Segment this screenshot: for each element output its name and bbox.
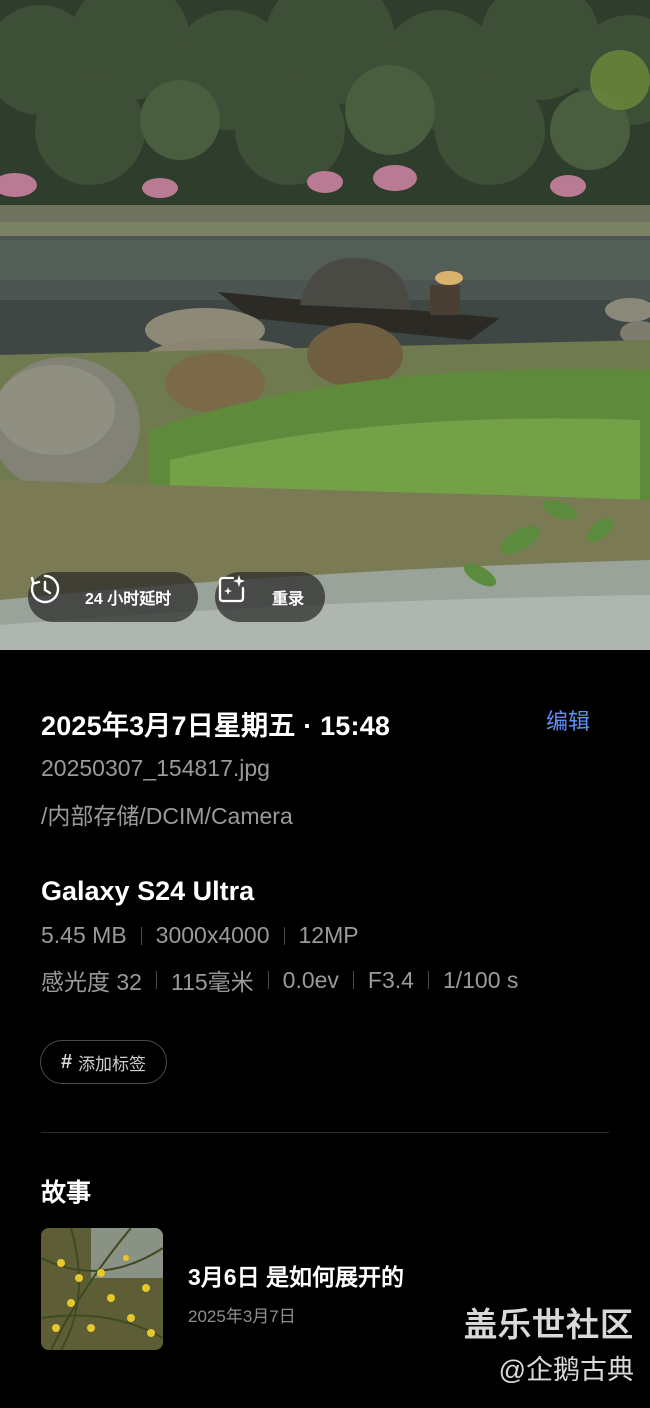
spec-divider — [155, 971, 157, 989]
file-specs-row: 5.45 MB 3000x4000 12MP — [41, 922, 359, 949]
iso: 感光度 32 — [41, 969, 142, 995]
watermark-community: 盖乐世社区 — [464, 1306, 634, 1343]
section-divider — [41, 1132, 609, 1133]
watermark-author: @企鹅古典 — [498, 1355, 634, 1385]
clock-timelapse-icon — [30, 574, 76, 614]
story-heading: 故事 — [41, 1179, 92, 1207]
capture-date-time: 2025年3月7日星期五 · 15:48 — [41, 711, 391, 741]
flowers-thumbnail-image — [41, 1228, 163, 1350]
timelapse-button[interactable]: 24 小时延时 — [28, 572, 198, 622]
aperture: F3.4 — [367, 966, 414, 993]
spec-divider — [283, 926, 285, 945]
shutter-speed: 1/100 s — [442, 966, 519, 993]
file-size: 5.45 MB — [41, 922, 127, 948]
story-title[interactable]: 3月6日 是如何展开的 — [188, 1258, 404, 1292]
timelapse-label: 24 小时延时 — [85, 591, 172, 608]
story-date: 2025年3月7日 — [188, 1307, 296, 1326]
exif-specs-row: 感光度 32 115毫米 0.0ev F3.4 1/100 s — [41, 963, 518, 997]
spec-divider — [267, 971, 269, 989]
spec-divider — [427, 971, 429, 989]
edit-details-button[interactable]: 编辑 — [546, 704, 590, 736]
add-tag-label: 添加标签 — [78, 1054, 147, 1074]
remaster-button[interactable]: 重录 — [215, 572, 325, 622]
photo-preview[interactable]: 24 小时延时 重录 — [0, 0, 650, 650]
story-thumbnail[interactable] — [41, 1228, 163, 1350]
focal-length: 115毫米 — [170, 969, 254, 995]
sparkle-image-icon — [218, 575, 263, 614]
landscape-photo-image — [0, 0, 650, 650]
file-path: /内部存储/DCIM/Camera — [41, 803, 293, 829]
date-row: 2025年3月7日星期五 · 15:48 编辑 — [41, 704, 611, 743]
file-name: 20250307_154817.jpg — [41, 755, 270, 781]
spec-divider — [140, 926, 142, 945]
exposure-value: 0.0ev — [282, 966, 339, 993]
hashtag-icon: # — [60, 1050, 73, 1073]
resolution: 3000x4000 — [155, 922, 270, 948]
spec-divider — [352, 971, 354, 989]
megapixels: 12MP — [298, 922, 359, 948]
remaster-label: 重录 — [272, 591, 305, 608]
device-name: Galaxy S24 Ultra — [41, 876, 255, 906]
add-tag-button[interactable]: # 添加标签 — [40, 1040, 167, 1084]
